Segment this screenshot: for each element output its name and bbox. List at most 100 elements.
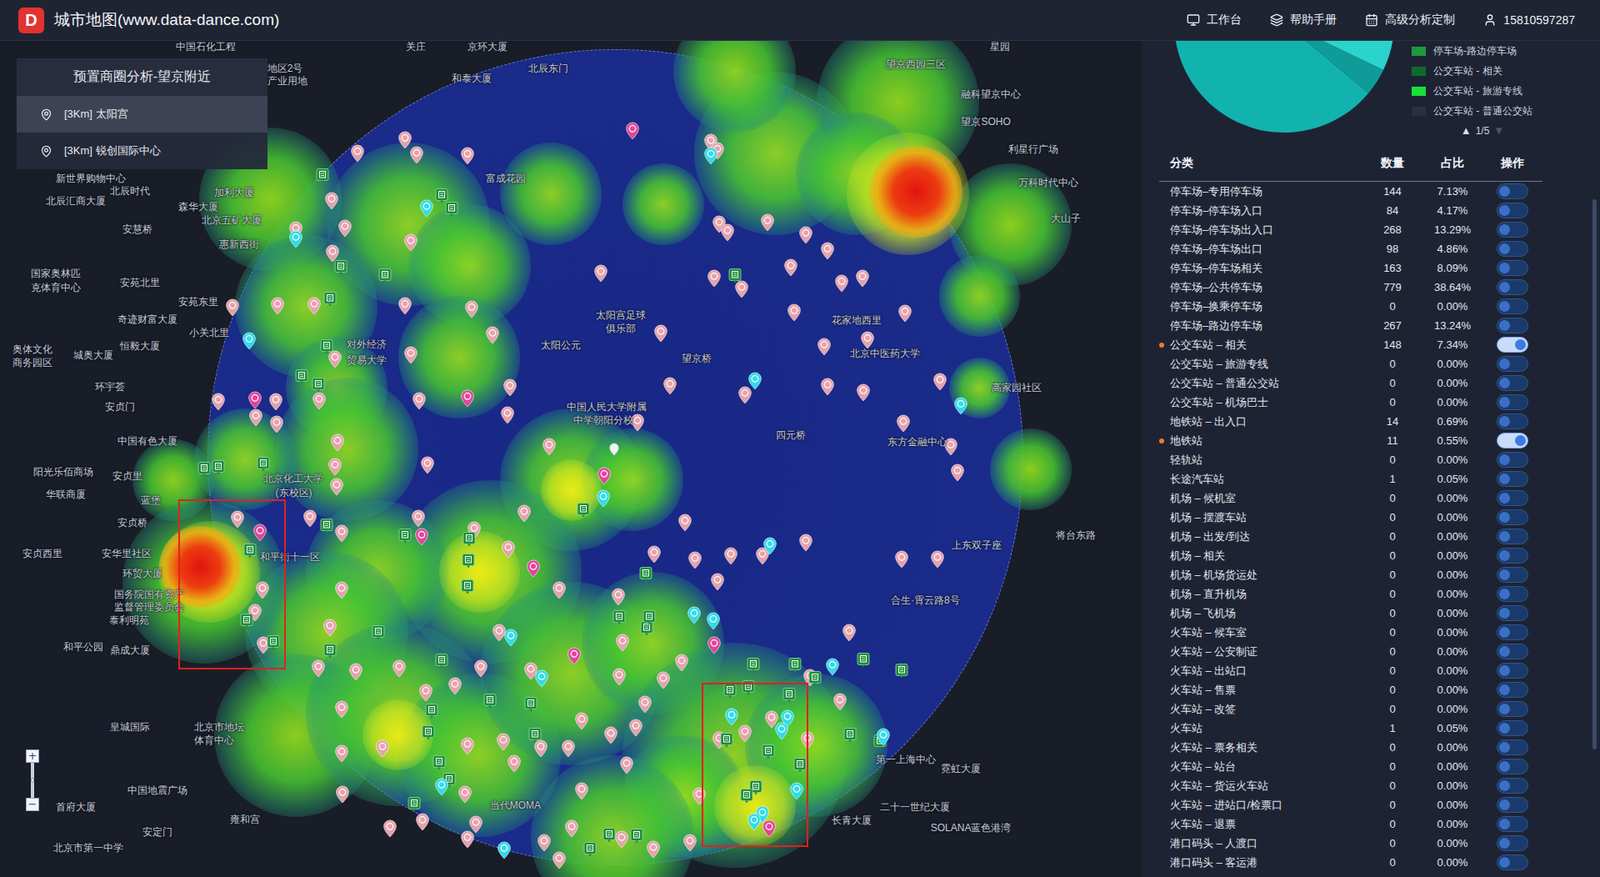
parking-pin-icon[interactable] (639, 566, 653, 583)
bus-pin-icon[interactable] (335, 700, 350, 719)
bus-pin-icon[interactable] (448, 676, 463, 695)
metro-pin-icon[interactable] (825, 657, 840, 676)
metro-pin-icon[interactable] (790, 781, 805, 800)
hot-pin-icon[interactable] (248, 390, 263, 410)
toggle-switch[interactable] (1496, 221, 1529, 238)
bus-pin-icon[interactable] (375, 739, 390, 758)
zoom-slider[interactable] (30, 762, 35, 798)
bus-pin-icon[interactable] (932, 372, 947, 391)
bus-pin-icon[interactable] (723, 546, 738, 565)
metro-pin-icon[interactable] (435, 777, 450, 796)
toggle-switch[interactable] (1496, 585, 1529, 602)
bus-pin-icon[interactable] (950, 463, 965, 482)
bus-pin-icon[interactable] (541, 437, 556, 456)
bus-pin-icon[interactable] (737, 724, 752, 743)
nav-item[interactable]: 帮助手册 (1270, 12, 1337, 28)
bus-pin-icon[interactable] (382, 819, 397, 838)
bus-pin-icon[interactable] (895, 550, 910, 569)
metro-pin-icon[interactable] (876, 727, 891, 746)
bus-pin-icon[interactable] (507, 754, 522, 773)
legend-item[interactable]: 停车场-路边停车场 (1411, 40, 1554, 61)
bus-pin-icon[interactable] (211, 392, 226, 411)
parking-pin-icon[interactable] (640, 620, 654, 637)
bus-pin-icon[interactable] (820, 241, 835, 260)
parking-pin-icon[interactable] (432, 754, 446, 770)
bus-pin-icon[interactable] (646, 545, 661, 564)
nav-item[interactable]: 15810597287 (1483, 13, 1575, 27)
bus-pin-icon[interactable] (687, 550, 702, 570)
bus-pin-icon[interactable] (783, 258, 798, 277)
bus-pin-icon[interactable] (335, 580, 350, 600)
bus-pin-icon[interactable] (855, 383, 870, 402)
bus-pin-icon[interactable] (335, 744, 350, 763)
bus-pin-icon[interactable] (841, 623, 856, 642)
bus-pin-icon[interactable] (335, 524, 350, 543)
parking-pin-icon[interactable] (761, 744, 775, 760)
bus-pin-icon[interactable] (418, 683, 433, 702)
parking-pin-icon[interactable] (323, 290, 337, 307)
parking-pin-icon[interactable] (435, 653, 449, 670)
toggle-switch[interactable] (1496, 854, 1529, 870)
parking-pin-icon[interactable] (320, 517, 334, 534)
bus-pin-icon[interactable] (460, 830, 475, 849)
parking-pin-icon[interactable] (445, 201, 459, 218)
bus-pin-icon[interactable] (404, 345, 419, 365)
nav-item[interactable]: 高级分析定制 (1365, 12, 1455, 28)
bus-pin-icon[interactable] (249, 408, 264, 427)
preset-item[interactable]: [3Km] 锐创国际中心 (16, 132, 268, 170)
bus-pin-icon[interactable] (411, 509, 426, 528)
preset-item[interactable]: [3Km] 太阳宫 (16, 95, 268, 133)
bus-pin-icon[interactable] (517, 504, 532, 523)
hot-pin-icon[interactable] (762, 819, 777, 838)
parking-pin-icon[interactable] (320, 339, 334, 355)
bus-pin-icon[interactable] (324, 191, 339, 210)
bus-pin-icon[interactable] (564, 819, 579, 838)
legend-item[interactable]: 公交车站 - 普通公交站 (1411, 100, 1554, 121)
hot-pin-icon[interactable] (707, 635, 722, 655)
parking-pin-icon[interactable] (315, 167, 330, 184)
legend-item[interactable]: 公交车站 - 旅游专线 (1411, 80, 1554, 101)
bus-pin-icon[interactable] (230, 510, 245, 529)
bus-pin-icon[interactable] (663, 376, 678, 395)
bus-pin-icon[interactable] (760, 213, 775, 232)
parking-pin-icon[interactable] (856, 652, 870, 669)
parking-pin-icon[interactable] (528, 726, 542, 743)
bus-pin-icon[interactable] (269, 415, 284, 434)
zoom-out-button[interactable]: − (25, 797, 40, 811)
parking-pin-icon[interactable] (371, 625, 385, 641)
bus-pin-icon[interactable] (312, 391, 327, 410)
toggle-switch[interactable] (1496, 490, 1529, 506)
bus-pin-icon[interactable] (612, 667, 627, 686)
parking-pin-icon[interactable] (398, 527, 412, 544)
bus-pin-icon[interactable] (682, 833, 697, 852)
bus-pin-icon[interactable] (720, 223, 735, 242)
scrollbar-thumb[interactable] (1592, 199, 1597, 750)
bus-pin-icon[interactable] (337, 219, 352, 238)
bus-pin-icon[interactable] (860, 330, 875, 350)
parking-pin-icon[interactable] (311, 376, 325, 393)
pager-prev[interactable]: ▲ (1460, 124, 1472, 137)
bus-pin-icon[interactable] (412, 391, 427, 410)
bus-pin-icon[interactable] (311, 659, 326, 678)
bus-pin-icon[interactable] (691, 786, 706, 805)
toggle-switch[interactable] (1496, 566, 1529, 583)
bus-pin-icon[interactable] (415, 812, 430, 831)
parking-pin-icon[interactable] (583, 840, 597, 857)
toggle-switch[interactable] (1496, 509, 1529, 525)
bus-pin-icon[interactable] (500, 405, 515, 425)
parking-pin-icon[interactable] (740, 788, 754, 805)
bus-pin-icon[interactable] (611, 587, 626, 606)
bus-pin-icon[interactable] (835, 274, 850, 293)
toggle-switch[interactable] (1496, 470, 1529, 487)
bus-pin-icon[interactable] (737, 385, 752, 405)
bus-pin-icon[interactable] (799, 225, 814, 245)
bus-pin-icon[interactable] (270, 296, 285, 315)
hot-pin-icon[interactable] (253, 523, 268, 542)
toggle-switch[interactable] (1496, 336, 1529, 353)
zoom-knob[interactable] (30, 777, 35, 783)
parking-pin-icon[interactable] (576, 502, 590, 519)
logo[interactable]: D (18, 7, 45, 34)
bus-pin-icon[interactable] (327, 350, 342, 369)
toggle-switch[interactable] (1496, 815, 1529, 832)
bus-pin-icon[interactable] (898, 304, 913, 323)
